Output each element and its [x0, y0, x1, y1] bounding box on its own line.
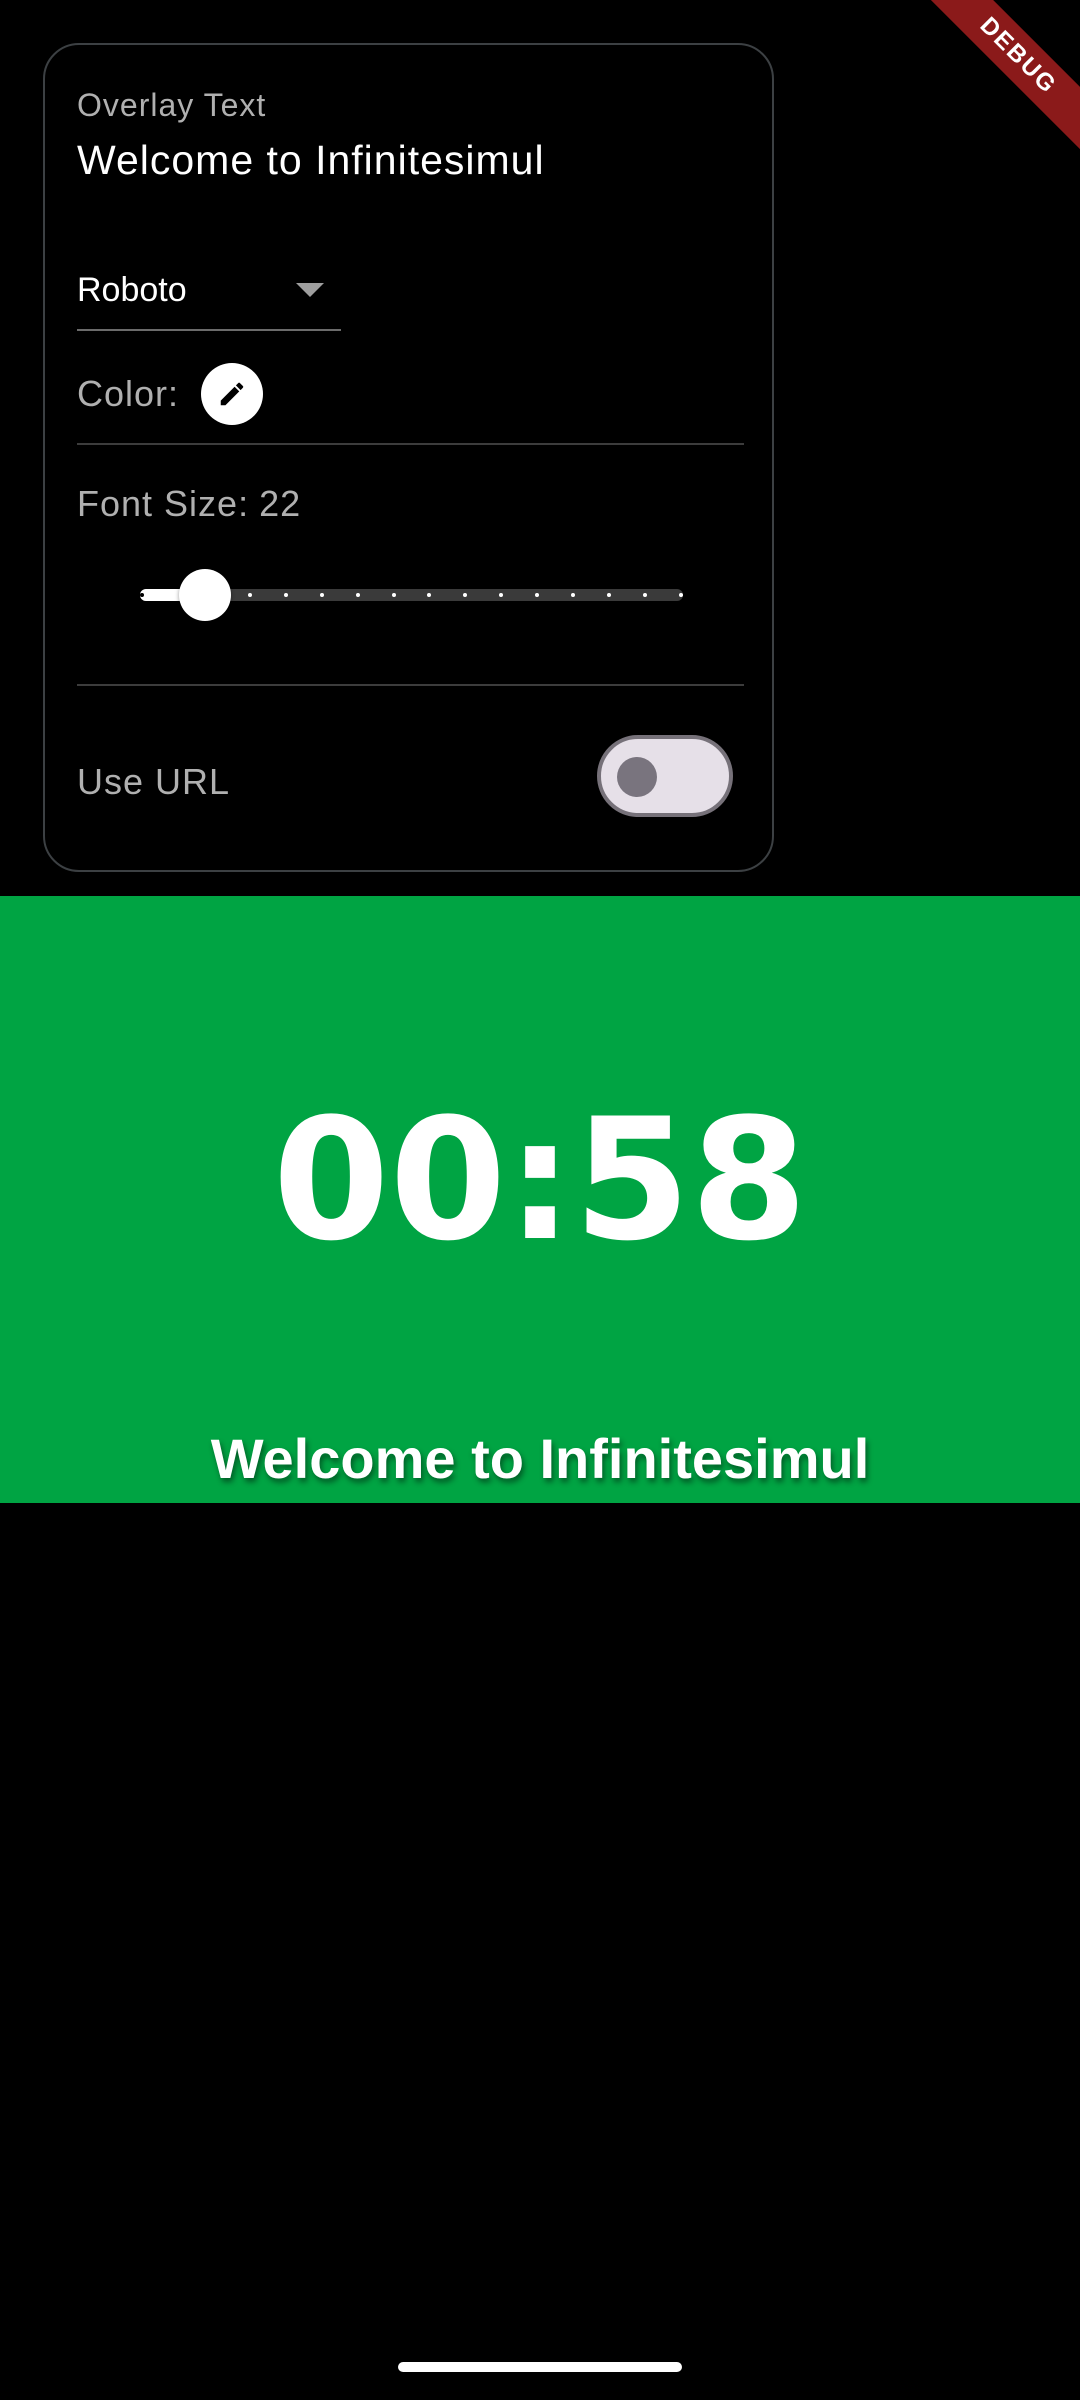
screen: Overlay Text Welcome to Infinitesimul Ro… [0, 0, 1080, 2400]
font-size-label-text: Font Size: [77, 483, 250, 524]
font-family-selected: Roboto [77, 271, 187, 309]
debug-banner: DEBUG [910, 0, 1080, 164]
overlay-settings-card: Overlay Text Welcome to Infinitesimul Ro… [43, 43, 774, 872]
overlay-preview-panel: 00:58 Welcome to Infinitesimul [0, 896, 1080, 1503]
timer-display: 00:58 [272, 1082, 808, 1278]
home-indicator[interactable] [398, 2362, 682, 2372]
divider [77, 684, 744, 686]
color-row: Color: [77, 361, 264, 427]
color-picker-button[interactable] [201, 363, 264, 425]
font-size-slider[interactable] [140, 563, 725, 627]
slider-tick [679, 593, 683, 597]
slider-tick [319, 593, 324, 597]
slider-tick [283, 593, 288, 597]
slider-tick [247, 593, 252, 597]
preview-overlay-text: Welcome to Infinitesimul [210, 1427, 870, 1490]
font-size-value: 22 [259, 483, 302, 524]
use-url-label: Use URL [77, 761, 231, 802]
divider [77, 443, 744, 445]
slider-thumb[interactable] [179, 569, 232, 621]
dropdown-arrow-icon [296, 283, 324, 297]
slider-tick [140, 593, 144, 597]
overlay-text-input[interactable]: Welcome to Infinitesimul [77, 137, 545, 184]
use-url-row: Use URL [77, 735, 777, 825]
card-notch [517, 45, 561, 53]
overlay-text-label: Overlay Text [77, 87, 267, 123]
slider-tick [391, 593, 396, 597]
use-url-toggle[interactable] [597, 735, 733, 817]
toggle-knob [617, 757, 657, 797]
color-label: Color: [77, 373, 180, 414]
pencil-icon [220, 382, 244, 406]
font-size-label: Font Size: 22 [77, 483, 301, 525]
slider-tick [355, 593, 360, 597]
font-family-dropdown[interactable]: Roboto [77, 265, 341, 331]
